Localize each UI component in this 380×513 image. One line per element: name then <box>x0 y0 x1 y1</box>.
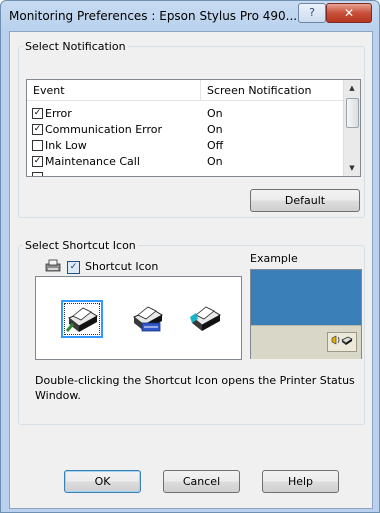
scroll-up-arrow-icon[interactable]: ▲ <box>344 80 360 96</box>
shortcut-icon-checkbox[interactable]: ✓ <box>67 261 80 274</box>
example-label: Example <box>250 252 298 265</box>
tray-printer-icon <box>327 332 357 352</box>
icon-selection-box <box>35 276 242 360</box>
dialog-window: Monitoring Preferences : Epson Stylus Pr… <box>0 0 380 513</box>
event-checkbox[interactable] <box>32 140 43 151</box>
list-item-partial[interactable] <box>27 170 343 176</box>
scroll-down-arrow-icon[interactable]: ▼ <box>344 160 360 176</box>
event-list[interactable]: Event Screen Notification ✓ Error On ✓ C… <box>26 79 361 177</box>
example-preview <box>250 269 362 359</box>
column-separator[interactable] <box>200 80 201 100</box>
column-header-screen-notification[interactable]: Screen Notification <box>207 84 311 97</box>
event-checkbox[interactable]: ✓ <box>32 124 43 135</box>
title-bar[interactable]: Monitoring Preferences : Epson Stylus Pr… <box>1 1 379 31</box>
event-notification: On <box>207 155 223 168</box>
event-notification: On <box>207 123 223 136</box>
event-checkbox[interactable] <box>32 172 43 176</box>
scroll-thumb[interactable] <box>346 98 359 128</box>
shortcut-group-label: Select Shortcut Icon <box>23 239 138 252</box>
list-header: Event Screen Notification <box>27 80 343 101</box>
event-checkbox[interactable]: ✓ <box>32 156 43 167</box>
notification-group-label: Select Notification <box>23 40 128 53</box>
column-header-event[interactable]: Event <box>33 84 65 97</box>
example-desktop <box>251 270 361 325</box>
help-button[interactable]: Help <box>262 470 339 493</box>
list-item[interactable]: ✓ Communication Error On <box>27 122 343 137</box>
example-taskbar <box>251 325 361 359</box>
event-name: Ink Low <box>45 139 87 152</box>
event-checkbox[interactable]: ✓ <box>32 108 43 119</box>
shortcut-icon-checkbox-label[interactable]: Shortcut Icon <box>85 260 158 273</box>
printer-icon-color[interactable] <box>188 303 222 333</box>
printer-icon-network[interactable] <box>130 303 164 333</box>
event-notification: On <box>207 107 223 120</box>
event-name: Maintenance Call <box>45 155 140 168</box>
ok-button[interactable]: OK <box>64 470 141 493</box>
list-item[interactable]: Ink Low Off <box>27 138 343 153</box>
help-title-button[interactable]: ? <box>298 3 326 23</box>
window-title: Monitoring Preferences : Epson Stylus Pr… <box>9 9 298 23</box>
list-item[interactable]: ✓ Error On <box>27 106 343 121</box>
list-item[interactable]: ✓ Maintenance Call On <box>27 154 343 169</box>
cancel-button[interactable]: Cancel <box>163 470 240 493</box>
event-name: Error <box>45 107 72 120</box>
default-button[interactable]: Default <box>250 189 360 212</box>
printer-icon-default[interactable] <box>61 300 103 338</box>
shortcut-description: Double-clicking the Shortcut Icon opens … <box>35 374 355 402</box>
event-name: Communication Error <box>45 123 163 136</box>
printer-small-icon <box>45 259 61 273</box>
event-notification: Off <box>207 139 224 152</box>
close-button[interactable]: ✕ <box>326 3 372 23</box>
vertical-scrollbar[interactable]: ▲ ▼ <box>343 80 360 176</box>
